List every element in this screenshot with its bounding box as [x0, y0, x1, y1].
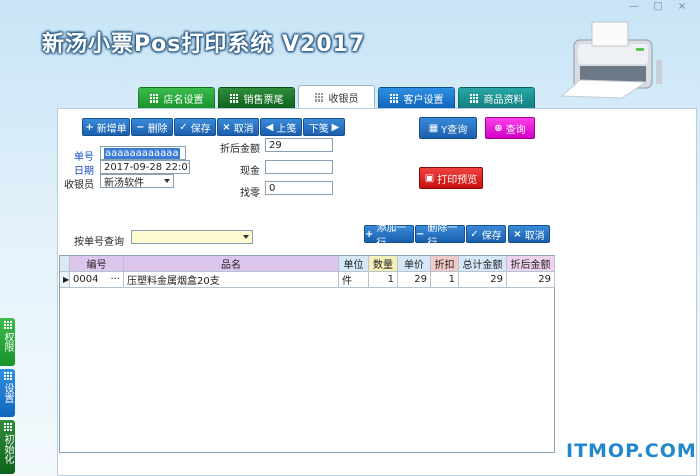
- query-button[interactable]: ⊕ 查询: [485, 117, 535, 139]
- grid-icon: [149, 93, 159, 103]
- row-cancel-button[interactable]: × 取消: [508, 225, 550, 243]
- grid-icon: [3, 321, 12, 329]
- grid-icon: [229, 93, 239, 103]
- search-by-no-label: 按单号查询: [74, 237, 124, 248]
- plus-icon: +: [85, 121, 94, 133]
- tab-label: 商品资料: [483, 94, 524, 106]
- table-header: 编号 品名 单位 数量 单价 折扣 总计金额 折后金额: [60, 256, 555, 272]
- col-after-discount[interactable]: 折后金额: [507, 256, 555, 272]
- grid-icon: [389, 93, 399, 103]
- change-label: 找零: [240, 188, 260, 199]
- side-tab-initialize[interactable]: 初始化: [0, 420, 15, 474]
- minus-icon: −: [416, 228, 425, 240]
- arrow-right-icon: ▶: [331, 121, 340, 133]
- table-row[interactable]: ▶ 0004 ··· 压塑料金属烟盒20支 件 1 29 1 29 29: [60, 272, 555, 288]
- app-title: 新汤小票Pos打印系统 V2017: [42, 32, 366, 57]
- check-icon: ✓: [470, 228, 479, 240]
- search-by-no-select[interactable]: [131, 230, 253, 244]
- print-icon: ▣: [424, 172, 435, 184]
- cell-unit[interactable]: 件: [339, 272, 369, 288]
- add-row-button[interactable]: + 添加一行: [364, 223, 414, 249]
- search-icon: ⊕: [494, 122, 503, 134]
- more-icon[interactable]: ···: [110, 274, 120, 285]
- watermark: ITMOP.COM: [566, 440, 697, 462]
- tab-shop-settings[interactable]: 店名设置: [138, 87, 215, 108]
- col-discount[interactable]: 折扣: [431, 256, 459, 272]
- new-order-button[interactable]: + 新增单: [82, 118, 130, 136]
- col-price[interactable]: 单价: [398, 256, 431, 272]
- tab-label: 收银员: [328, 93, 359, 105]
- cell-qty[interactable]: 1: [369, 272, 398, 288]
- close-button[interactable]: ×: [672, 0, 692, 13]
- tab-customer-settings[interactable]: 客户设置: [378, 87, 455, 108]
- cell-price[interactable]: 29: [398, 272, 431, 288]
- grid-icon: [469, 93, 479, 103]
- tab-label: 店名设置: [163, 94, 204, 106]
- grid-icon: [3, 372, 12, 380]
- minimize-button[interactable]: —: [624, 0, 644, 13]
- remove-row-button[interactable]: − 删除一行: [415, 223, 465, 249]
- y-query-button[interactable]: ▦ Y查询: [419, 117, 477, 139]
- delete-button[interactable]: − 删除: [131, 118, 173, 136]
- save-button[interactable]: ✓ 保存: [174, 118, 216, 136]
- tab-bar: 店名设置 销售票尾 收银员 客户设置 商品资料: [138, 85, 535, 108]
- col-total[interactable]: 总计金额: [459, 256, 507, 272]
- maximize-button[interactable]: □: [648, 0, 668, 13]
- arrow-left-icon: ◀: [265, 121, 274, 133]
- row-pointer-icon: ▶: [60, 272, 70, 288]
- check-icon: ✓: [179, 121, 188, 133]
- tab-label: 销售票尾: [243, 94, 284, 106]
- tab-label: 客户设置: [403, 94, 444, 106]
- cell-discount[interactable]: 1: [431, 272, 459, 288]
- date-field[interactable]: 2017-09-28 22:07:49: [100, 160, 190, 174]
- col-name[interactable]: 品名: [124, 256, 339, 272]
- side-tab-settings[interactable]: 设置: [0, 369, 15, 417]
- change-field[interactable]: 0: [265, 181, 333, 195]
- col-code[interactable]: 编号: [70, 256, 124, 272]
- close-icon: ×: [222, 121, 231, 133]
- grid-icon: [314, 92, 324, 102]
- tab-product-data[interactable]: 商品资料: [458, 87, 535, 108]
- order-no-label: 单号: [74, 152, 94, 163]
- tab-receipt-footer[interactable]: 销售票尾: [218, 87, 295, 108]
- grid-icon: ▦: [428, 122, 439, 134]
- print-preview-button[interactable]: ▣ 打印预览: [419, 167, 483, 189]
- date-label: 日期: [74, 166, 94, 177]
- col-unit[interactable]: 单位: [339, 256, 369, 272]
- cell-total[interactable]: 29: [459, 272, 507, 288]
- row-indicator-header: [60, 256, 70, 272]
- close-icon: ×: [513, 228, 522, 240]
- cashier-select[interactable]: 新汤软件: [100, 174, 174, 188]
- main-panel: + 新增单 − 删除 ✓ 保存 × 取消 ◀ 上笺 下笺 ▶ ▦ Y查询 ⊕ 查询 ▣ 打印预览 …: [57, 108, 697, 476]
- minus-icon: −: [136, 121, 145, 133]
- side-tab-permissions[interactable]: 权限: [0, 318, 15, 366]
- printer-icon: [560, 21, 662, 99]
- tab-cashier[interactable]: 收银员: [298, 85, 375, 108]
- cell-code[interactable]: 0004 ···: [70, 272, 124, 288]
- cash-label: 现金: [240, 166, 260, 177]
- cancel-button[interactable]: × 取消: [217, 118, 259, 136]
- cell-after-discount[interactable]: 29: [507, 272, 555, 288]
- window-controls: — □ ×: [624, 0, 692, 13]
- cashier-label: 收银员: [64, 180, 94, 191]
- next-button[interactable]: 下笺 ▶: [303, 118, 345, 136]
- order-no-field[interactable]: aaaaaaaaaaaa: [100, 146, 186, 160]
- discounted-amount-label: 折后金额: [220, 144, 260, 155]
- grid-icon: [3, 423, 12, 431]
- cell-name[interactable]: 压塑料金属烟盒20支: [124, 272, 339, 288]
- row-save-button[interactable]: ✓ 保存: [466, 225, 506, 243]
- items-table: 编号 品名 单位 数量 单价 折扣 总计金额 折后金额 ▶ 0004 ··· 压塑…: [59, 255, 555, 453]
- col-qty[interactable]: 数量: [369, 256, 398, 272]
- prev-button[interactable]: ◀ 上笺: [260, 118, 302, 136]
- discounted-amount-field[interactable]: 29: [265, 138, 333, 152]
- cash-field[interactable]: [265, 160, 333, 174]
- plus-icon: +: [365, 228, 374, 240]
